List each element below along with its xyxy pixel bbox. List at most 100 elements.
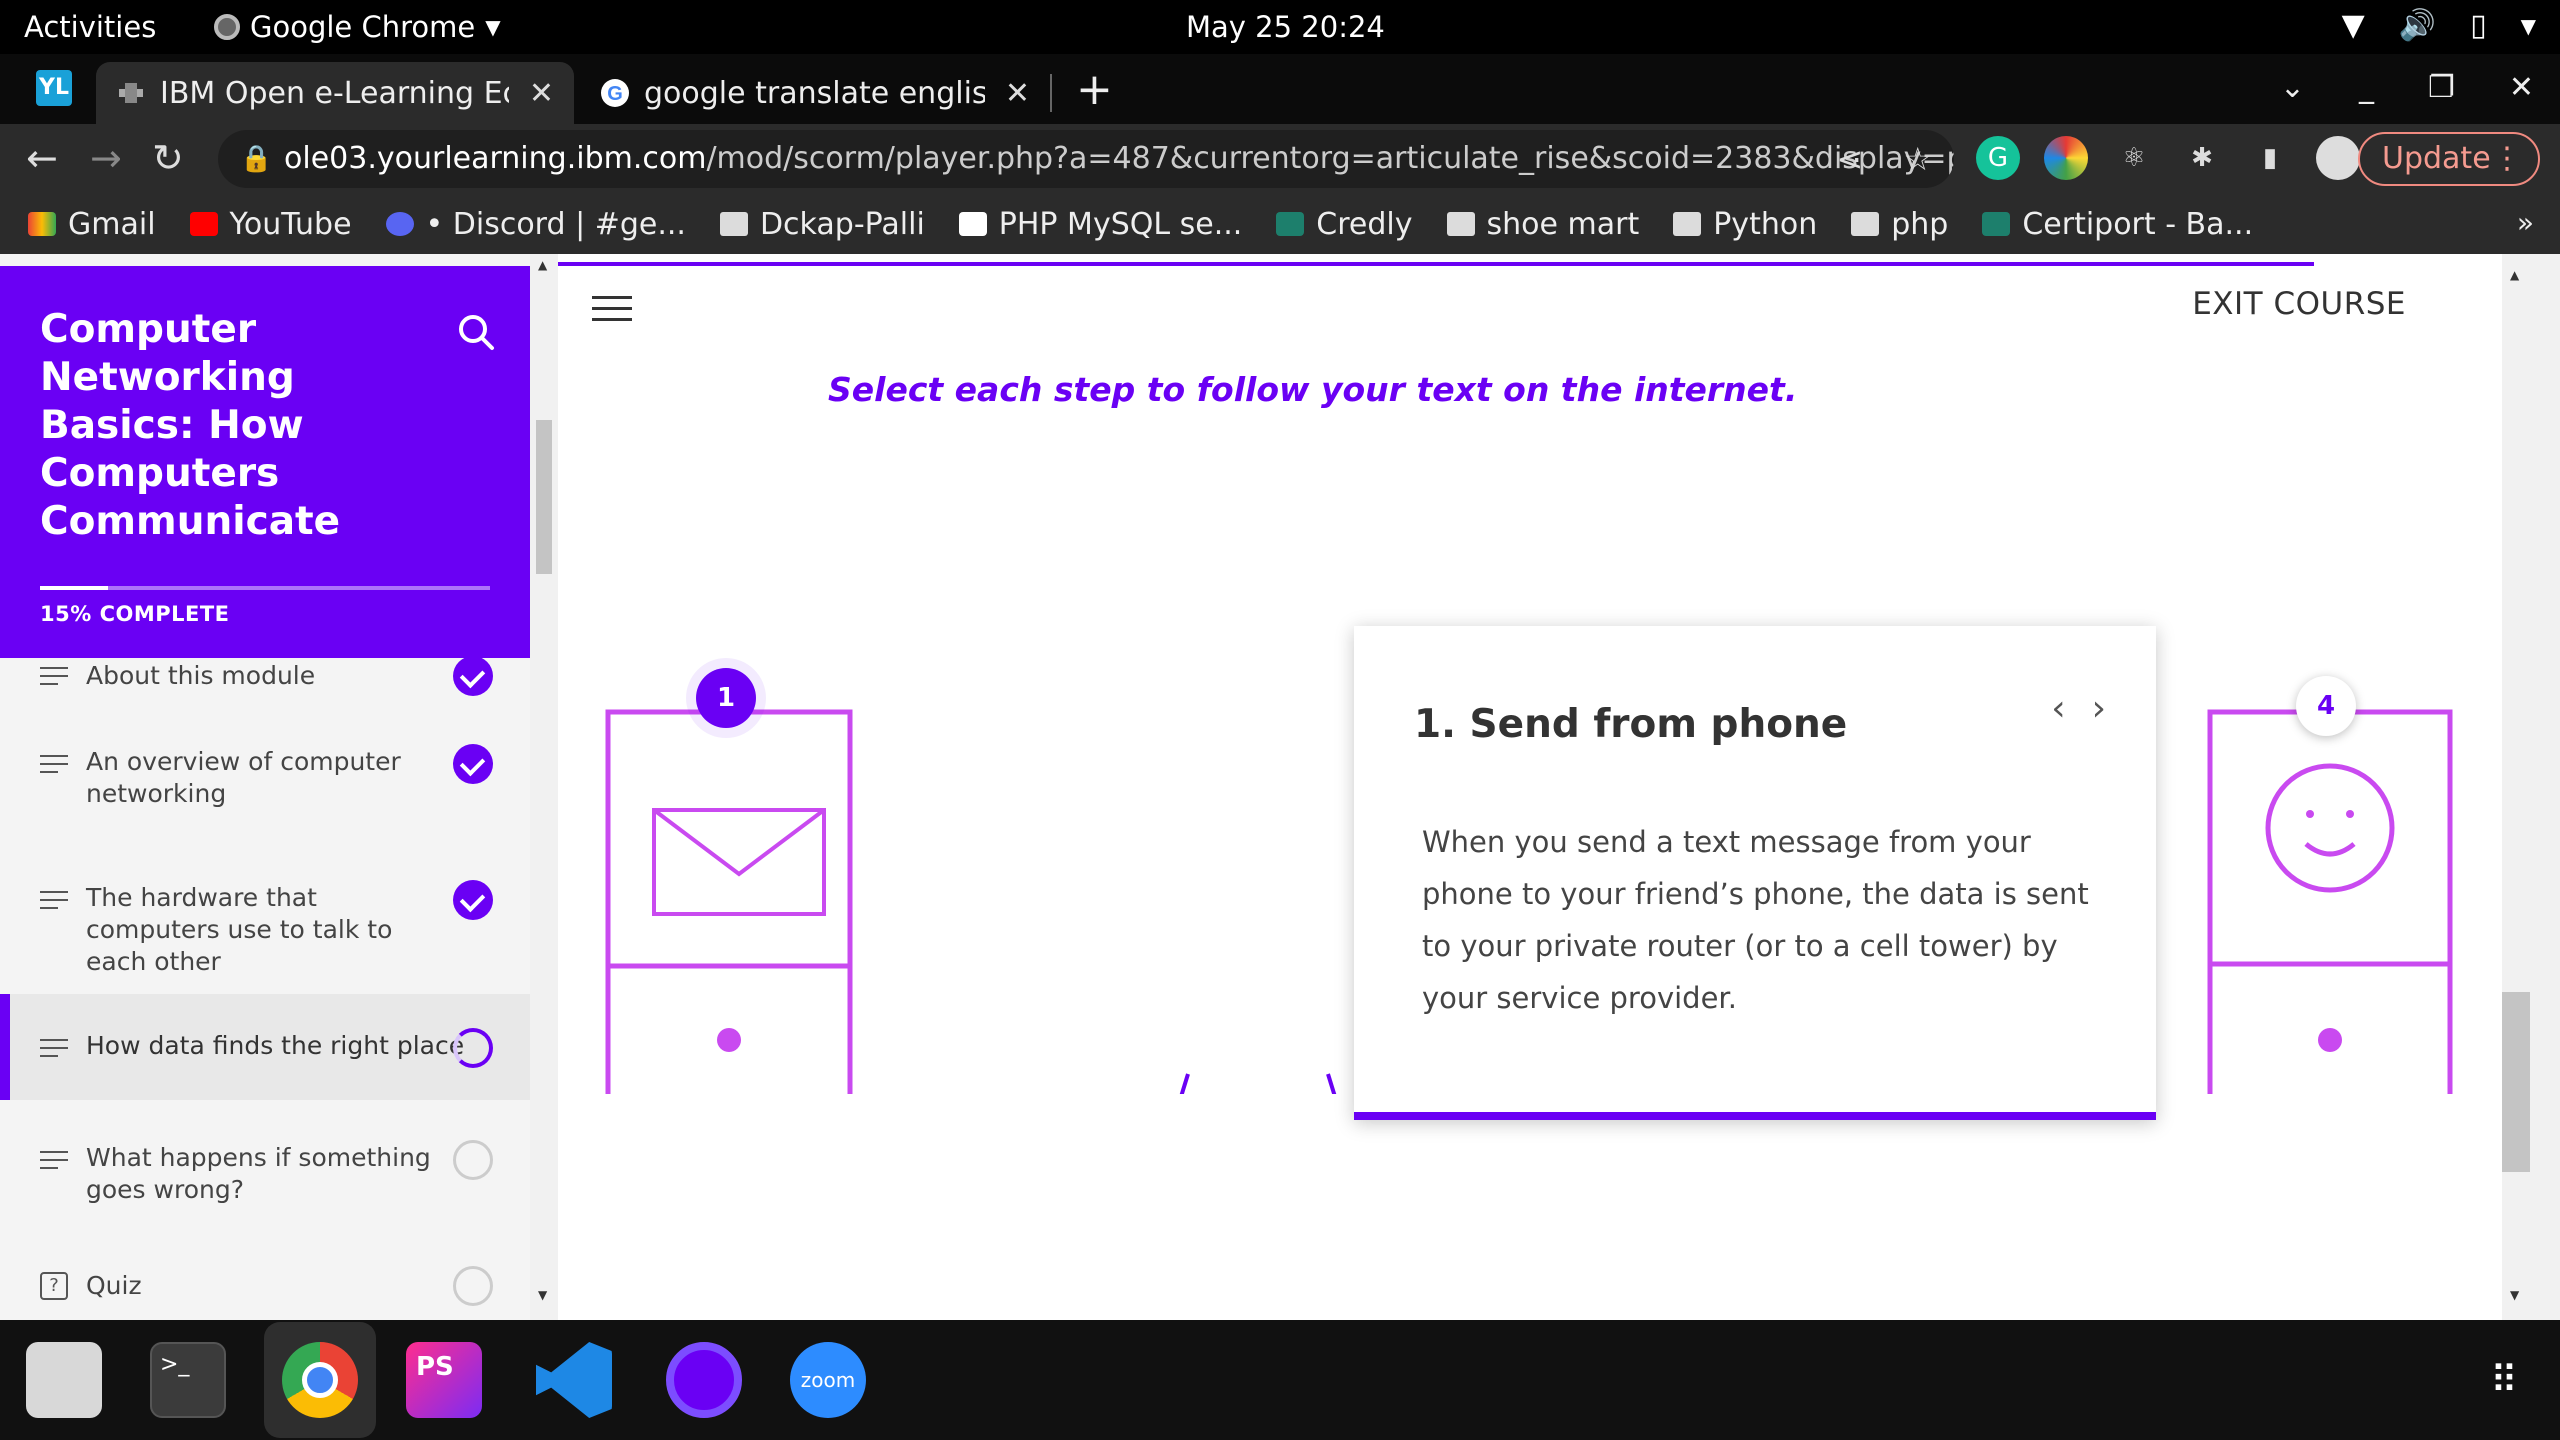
lesson-label: About this module: [86, 661, 316, 690]
lesson-item[interactable]: The hardware that computers use to talk …: [0, 854, 530, 980]
lesson-label: An overview of computer networking: [86, 747, 401, 808]
course-header: Computer Networking Basics: How Computer…: [0, 266, 530, 658]
bookmark-shoe-mart[interactable]: shoe mart: [1446, 207, 1639, 242]
exit-course-button[interactable]: EXIT COURSE: [2192, 286, 2406, 322]
clock[interactable]: May 25 20:24: [1186, 10, 1385, 44]
course-progress-bar: [40, 586, 490, 590]
search-icon[interactable]: [454, 310, 498, 354]
bookmark-youtube[interactable]: YouTube: [189, 207, 352, 242]
restore-icon[interactable]: ❐: [2428, 70, 2455, 105]
system-tray[interactable]: ▼ 🔊 ▯ ▼: [2342, 8, 2536, 43]
quiz-icon: ?: [40, 1272, 68, 1300]
reload-icon[interactable]: ↻: [152, 136, 184, 180]
terminal-app-icon[interactable]: >_: [150, 1342, 226, 1418]
chrome-app-icon[interactable]: [282, 1342, 358, 1418]
profile-avatar[interactable]: [2316, 136, 2360, 180]
lesson-lines-icon: [40, 891, 68, 909]
files-app-icon[interactable]: [26, 1342, 102, 1418]
scroll-up-icon[interactable]: ▲: [2510, 268, 2519, 282]
grammarly-icon[interactable]: G: [1976, 136, 2020, 180]
react-devtools-icon[interactable]: ⚛: [2112, 136, 2156, 180]
lesson-content: EXIT COURSE Select each step to follow y…: [558, 254, 2502, 1320]
close-tab-icon[interactable]: ✕: [529, 76, 554, 111]
bookmark-dckap-palli[interactable]: Dckap-Palli: [719, 206, 925, 242]
scroll-down-icon[interactable]: ▼: [538, 1288, 547, 1302]
completed-check-icon: [453, 744, 493, 784]
back-arrow-icon[interactable]: ←: [26, 136, 58, 180]
lock-icon[interactable]: 🔒: [240, 130, 272, 188]
new-tab-icon[interactable]: +: [1076, 64, 1113, 115]
tab-google-translate[interactable]: G google translate english t ✕: [580, 62, 1050, 124]
sending-phone-illustration: [605, 709, 853, 1094]
share-icon[interactable]: ⋖: [1837, 130, 1864, 188]
forward-arrow-icon[interactable]: →: [90, 136, 122, 180]
step-marker-4[interactable]: 4: [2296, 676, 2356, 736]
phpstorm-app-icon[interactable]: PS: [406, 1342, 482, 1418]
scrollbar-thumb[interactable]: [536, 420, 552, 574]
next-step-icon[interactable]: ›: [2092, 688, 2106, 729]
volume-icon: 🔊: [2398, 8, 2437, 43]
tab-ibm-learning[interactable]: IBM Open e-Learning Ecos ✕: [96, 62, 574, 124]
minimize-icon[interactable]: _: [2359, 70, 2374, 105]
step-description: When you send a text message from your p…: [1422, 825, 2089, 1015]
sidebar-scrollbar[interactable]: ▲ ▼: [530, 254, 558, 1320]
lesson-label: How data finds the right place: [86, 1031, 465, 1060]
receiving-phone-illustration: [2207, 709, 2453, 1094]
bookmark-certiport[interactable]: Certiport - Ba...: [1982, 207, 2253, 242]
hamburger-menu-icon[interactable]: [592, 294, 632, 324]
battery-icon: ▯: [2470, 8, 2487, 43]
bookmark-php[interactable]: php: [1851, 207, 1948, 242]
bookmark-star-icon[interactable]: ☆: [1903, 130, 1932, 188]
scroll-up-icon[interactable]: ▲: [538, 258, 547, 272]
bookmark-php-mysql[interactable]: PHP MySQL se...: [958, 207, 1242, 242]
app-menu[interactable]: Google Chrome ▼: [214, 10, 501, 44]
scrollbar-thumb[interactable]: [2502, 992, 2530, 1172]
tab-title: google translate english t: [644, 75, 985, 111]
side-panel-icon[interactable]: ▮: [2248, 136, 2292, 180]
lesson-label: Quiz: [86, 1271, 142, 1300]
close-tab-icon[interactable]: ✕: [1005, 76, 1030, 111]
bookmark-label: php: [1891, 206, 1949, 242]
close-window-icon[interactable]: ✕: [2509, 70, 2534, 105]
previous-step-icon[interactable]: ‹: [2051, 688, 2065, 729]
zoom-app-icon[interactable]: zoom: [790, 1342, 866, 1418]
lesson-item-current[interactable]: How data finds the right place: [0, 994, 530, 1100]
course-page: About this module An overview of compute…: [0, 254, 2560, 1320]
bookmark-gmail[interactable]: Gmail: [28, 207, 156, 242]
lesson-item[interactable]: An overview of computer networking: [0, 718, 530, 844]
lesson-item-quiz[interactable]: ? Quiz: [0, 1258, 530, 1320]
bookmark-python[interactable]: Python: [1673, 207, 1817, 242]
active-lesson-indicator: [0, 994, 10, 1100]
step-marker-1[interactable]: 1: [696, 668, 756, 728]
color-picker-icon[interactable]: [2044, 136, 2088, 180]
activities-button[interactable]: Activities: [24, 10, 156, 44]
browser-toolbar: ← → ↻ 🔒 ole03.yourlearning.ibm.com/mod/s…: [0, 124, 2560, 194]
credly-icon: [1982, 212, 2011, 236]
tab-strip: YL IBM Open e-Learning Ecos ✕ G google t…: [0, 54, 2560, 124]
chevron-down-icon: ▼: [485, 15, 501, 39]
lesson-lines-icon: [40, 1151, 68, 1169]
course-progress-fill: [40, 586, 108, 590]
kebab-menu-icon[interactable]: ⋮: [2492, 134, 2522, 184]
bookmark-label: Dckap-Palli: [759, 206, 925, 242]
wifi-icon: ▼: [2341, 8, 2365, 43]
more-bookmarks-icon[interactable]: »: [2517, 206, 2534, 239]
lesson-item[interactable]: What happens if something goes wrong?: [0, 1114, 530, 1240]
yourlearning-app-icon[interactable]: YL: [36, 70, 72, 106]
tab-search-icon[interactable]: ⌄: [2280, 70, 2305, 105]
url-host: ole03.yourlearning.ibm.com: [284, 141, 707, 176]
scroll-down-icon[interactable]: ▼: [2510, 1288, 2519, 1302]
content-scrollbar[interactable]: ▲ ▼: [2502, 254, 2560, 1320]
screen-recorder-app-icon[interactable]: [666, 1342, 742, 1418]
update-button[interactable]: Update ⋮: [2358, 132, 2540, 186]
show-apps-grid-icon[interactable]: ⠿: [2466, 1342, 2542, 1418]
extensions-puzzle-icon[interactable]: ✱: [2180, 136, 2224, 180]
lesson-item[interactable]: About this module: [0, 658, 530, 716]
bookmark-credly[interactable]: Credly: [1276, 207, 1413, 242]
bookmark-discord[interactable]: • Discord | #ge...: [385, 207, 686, 242]
folder-icon: [719, 212, 748, 236]
vscode-app-icon[interactable]: [536, 1342, 612, 1418]
address-bar[interactable]: 🔒 ole03.yourlearning.ibm.com/mod/scorm/p…: [218, 130, 1954, 188]
in-progress-icon: [453, 1028, 493, 1068]
gmail-icon: [28, 212, 56, 236]
